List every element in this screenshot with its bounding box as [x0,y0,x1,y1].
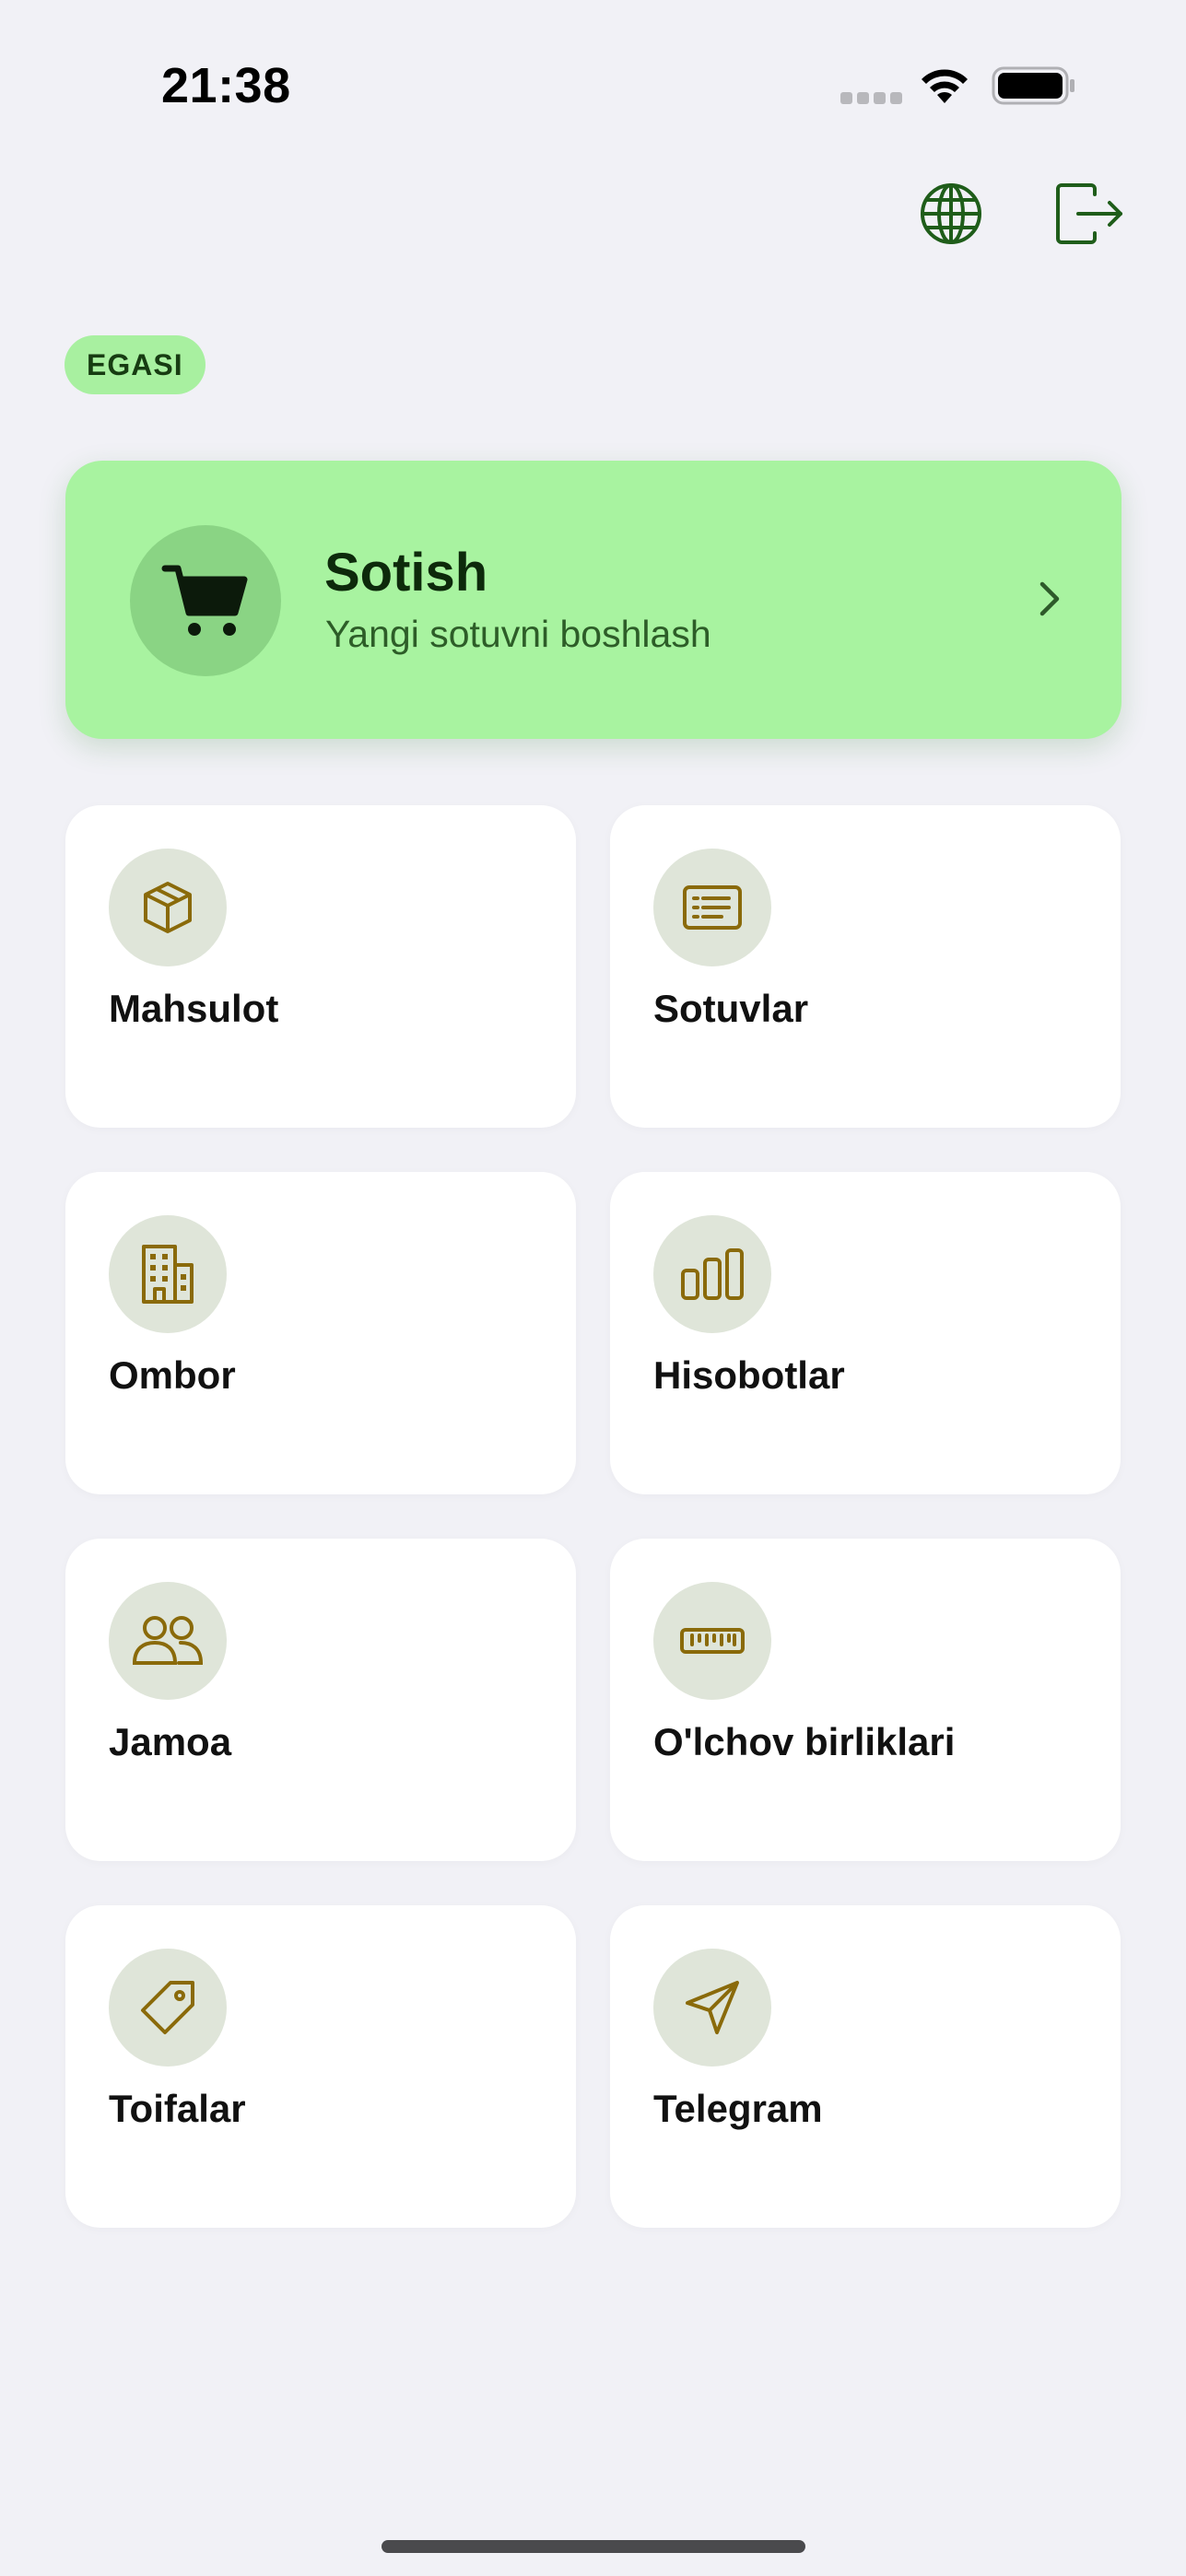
send-icon [653,1949,771,2067]
tile-label: Toifalar [109,2087,246,2130]
ruler-icon [653,1582,771,1700]
box-icon [109,849,227,966]
tile-telegram[interactable]: Telegram [610,1905,1121,2228]
globe-icon[interactable] [914,177,988,251]
cart-icon [130,525,281,676]
users-icon [109,1582,227,1700]
tile-sotuvlar[interactable]: Sotuvlar [610,805,1121,1128]
status-time: 21:38 [161,58,291,113]
tile-label: O'lchov birliklari [653,1720,956,1763]
chevron-right-icon [1039,581,1060,616]
tile-hisobotlar[interactable]: Hisobotlar [610,1172,1121,1494]
cellular-signal-icon [840,92,903,105]
tile-label: Telegram [653,2087,823,2130]
sell-card[interactable]: Sotish Yangi sotuvni boshlash [65,461,1121,739]
home-indicator [382,2540,805,2553]
wifi-icon [922,69,968,103]
tile-mahsulot[interactable]: Mahsulot [65,805,576,1128]
bar-chart-icon [653,1215,771,1333]
logout-icon[interactable] [1052,177,1126,251]
battery-icon [992,66,1074,105]
tile-label: Jamoa [109,1720,232,1763]
status-bar: 21:38 [0,0,1186,166]
tag-icon [109,1949,227,2067]
tile-label: Ombor [109,1353,236,1397]
tile-olchov-birliklari[interactable]: O'lchov birliklari [610,1539,1121,1861]
receipt-icon [653,849,771,966]
tile-label: Sotuvlar [653,987,809,1030]
sell-card-subtitle: Yangi sotuvni boshlash [325,613,711,655]
tile-label: Mahsulot [109,987,279,1030]
sell-card-title: Sotish [324,543,488,603]
tile-jamoa[interactable]: Jamoa [65,1539,576,1861]
role-badge: EGASI [65,335,205,394]
building-icon [109,1215,227,1333]
tile-label: Hisobotlar [653,1353,845,1397]
tile-ombor[interactable]: Ombor [65,1172,576,1494]
tile-toifalar[interactable]: Toifalar [65,1905,576,2228]
